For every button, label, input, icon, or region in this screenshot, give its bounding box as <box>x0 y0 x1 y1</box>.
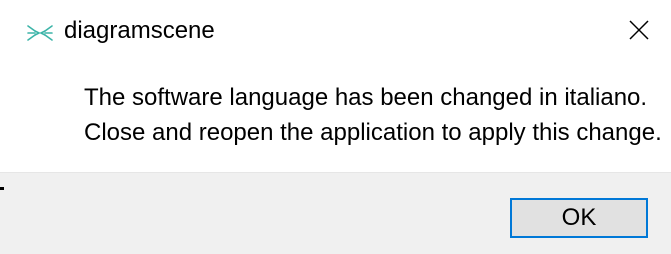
diagramscene-app-icon <box>27 25 53 41</box>
window-edge-mark <box>0 187 4 190</box>
title-bar[interactable]: diagramscene <box>0 0 671 60</box>
message-line-1: The software language has been changed i… <box>84 84 648 111</box>
message-text: The software language has been changed i… <box>84 80 662 150</box>
window-title: diagramscene <box>64 17 215 44</box>
message-dialog: diagramscene The software language has b… <box>0 0 671 254</box>
ok-button[interactable]: OK <box>510 198 648 238</box>
close-button[interactable] <box>607 0 671 60</box>
close-icon <box>629 20 649 40</box>
message-line-2: Close and reopen the application to appl… <box>84 119 662 146</box>
